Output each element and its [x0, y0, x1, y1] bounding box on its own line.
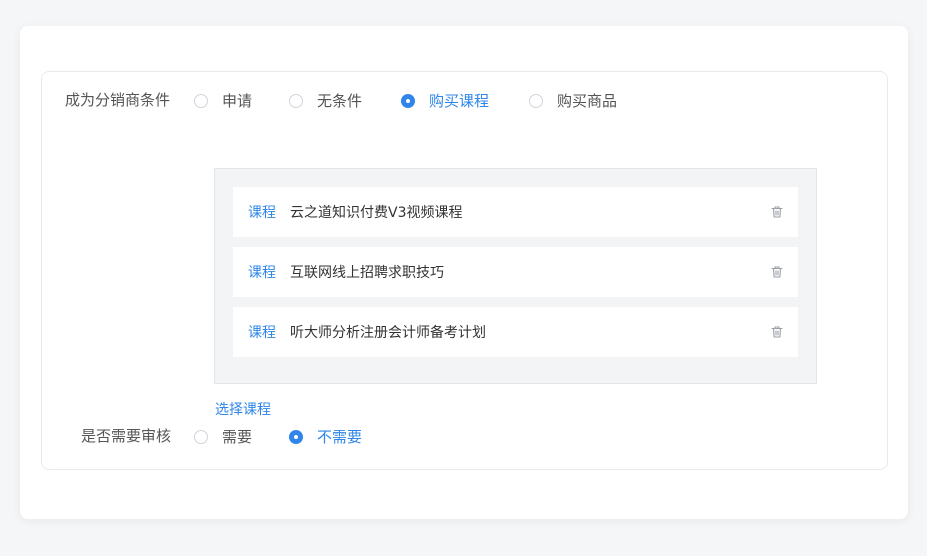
- trash-icon[interactable]: [770, 325, 784, 339]
- radio-label: 购买课程: [429, 92, 490, 110]
- course-name: 云之道知识付费V3视频课程: [290, 205, 463, 221]
- selected-courses-list: 课程 云之道知识付费V3视频课程 课程 互联网线上招聘求职技巧 课程 听大师分析…: [214, 168, 817, 384]
- radio-review-no[interactable]: 不需要: [289, 426, 362, 447]
- distributor-condition-label: 成为分销商条件: [65, 91, 171, 109]
- radio-unconditional[interactable]: 无条件: [289, 90, 362, 111]
- course-item: 课程 听大师分析注册会计师备考计划: [233, 307, 798, 357]
- course-tag: 课程: [248, 205, 276, 221]
- course-name: 听大师分析注册会计师备考计划: [290, 325, 486, 341]
- radio-review-yes[interactable]: 需要: [194, 426, 252, 447]
- radio-circle: [194, 93, 208, 108]
- radio-circle: [529, 93, 543, 108]
- radio-circle-checked: [401, 93, 415, 108]
- course-item: 课程 互联网线上招聘求职技巧: [233, 247, 798, 297]
- select-course-link[interactable]: 选择课程: [215, 399, 271, 419]
- course-name: 互联网线上招聘求职技巧: [290, 265, 444, 281]
- distribution-settings-panel: 成为分销商条件 申请 无条件 购买课程 购买商品 课程 云之道知识付费V3视频课…: [41, 71, 888, 470]
- course-item: 课程 云之道知识付费V3视频课程: [233, 187, 798, 237]
- course-tag: 课程: [248, 265, 276, 281]
- radio-label: 不需要: [317, 428, 363, 446]
- radio-label: 申请: [222, 92, 253, 110]
- settings-card: 成为分销商条件 申请 无条件 购买课程 购买商品 课程 云之道知识付费V3视频课…: [20, 26, 908, 519]
- trash-icon[interactable]: [770, 265, 784, 279]
- trash-icon[interactable]: [770, 205, 784, 219]
- radio-label: 需要: [222, 428, 253, 446]
- review-required-label: 是否需要审核: [81, 427, 172, 445]
- radio-circle-checked: [289, 429, 303, 444]
- radio-label: 购买商品: [557, 92, 618, 110]
- radio-apply[interactable]: 申请: [194, 90, 252, 111]
- radio-circle: [289, 93, 303, 108]
- radio-label: 无条件: [317, 92, 363, 110]
- course-tag: 课程: [248, 325, 276, 341]
- radio-buy-course[interactable]: 购买课程: [401, 90, 489, 111]
- radio-buy-product[interactable]: 购买商品: [529, 90, 617, 111]
- radio-circle: [194, 429, 208, 444]
